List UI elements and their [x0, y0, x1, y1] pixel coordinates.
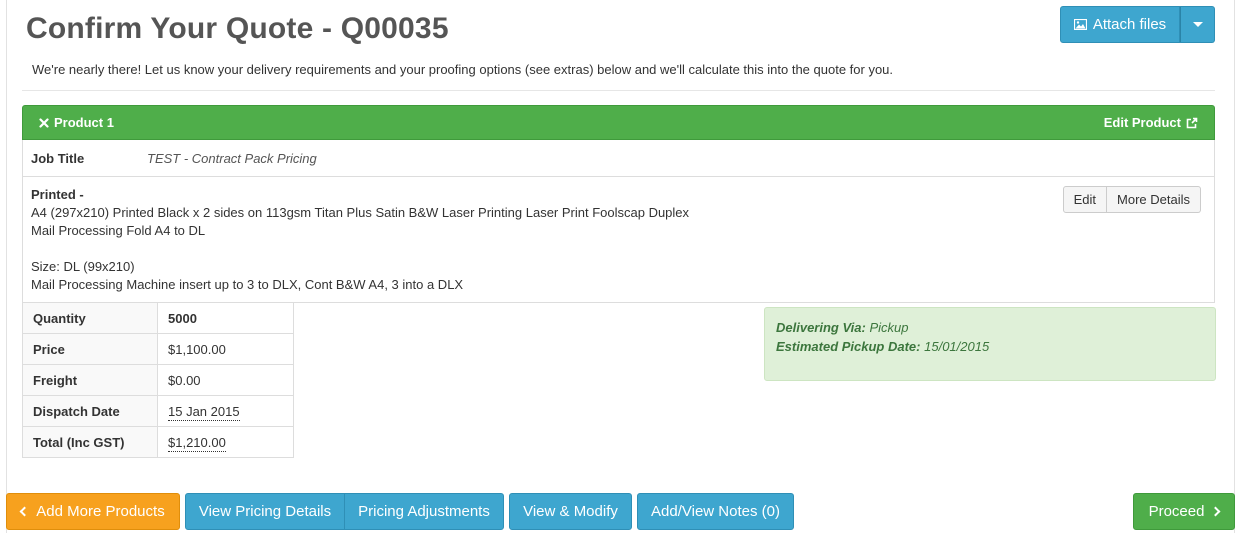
spec-line: A4 (297x210) Printed Black x 2 sides on …	[31, 205, 690, 220]
spec-spacer	[31, 240, 689, 258]
job-title-label: Job Title	[31, 151, 85, 166]
image-icon	[1073, 19, 1087, 30]
attach-files-group: Attach files	[1060, 6, 1215, 43]
product-title[interactable]: Product 1	[39, 115, 114, 130]
add-more-products-button[interactable]: Add More Products	[6, 493, 180, 530]
spec-line: Mail Processing Machine insert up to 3 t…	[31, 277, 464, 292]
table-row: Quantity 5000	[22, 302, 294, 334]
product-title-label: Product 1	[54, 115, 114, 130]
quantity-value: 5000	[157, 302, 294, 334]
delivery-info: Delivering Via: Pickup Estimated Pickup …	[764, 307, 1216, 381]
delivery-via-value: Pickup	[869, 320, 909, 335]
delivery-via: Delivering Via: Pickup	[776, 318, 1204, 337]
pickup-date-label: Estimated Pickup Date:	[776, 339, 921, 354]
pickup-date: Estimated Pickup Date: 15/01/2015	[776, 337, 1204, 356]
view-modify-button[interactable]: View & Modify	[509, 493, 632, 530]
chevron-right-icon	[1210, 506, 1221, 517]
freight-label: Freight	[22, 364, 158, 396]
quantity-label: Quantity	[22, 302, 158, 334]
more-details-button[interactable]: More Details	[1107, 186, 1201, 213]
price-value: $1,100.00	[157, 333, 294, 365]
table-row: Total (Inc GST) $1,210.00	[22, 426, 294, 458]
job-title-value: TEST - Contract Pack Pricing	[147, 151, 317, 166]
attach-files-button[interactable]: Attach files	[1060, 6, 1180, 43]
view-pricing-details-button[interactable]: View Pricing Details	[185, 493, 345, 530]
summary-table: Quantity 5000 Price $1,100.00 Freight $0…	[22, 302, 294, 458]
divider	[22, 90, 1215, 91]
chevron-left-icon	[19, 506, 30, 517]
product-spec: Printed - A4 (297x210) Printed Black x 2…	[31, 186, 689, 294]
product-spec-row: Printed - A4 (297x210) Printed Black x 2…	[23, 177, 1214, 302]
table-row: Freight $0.00	[22, 364, 294, 396]
spec-line: Size: DL (99x210)	[31, 259, 135, 274]
table-row: Price $1,100.00	[22, 333, 294, 365]
spec-line: Mail Processing Fold A4 to DL	[31, 223, 206, 238]
product-info: Job Title TEST - Contract Pack Pricing P…	[22, 140, 1215, 303]
dispatch-date-label: Dispatch Date	[22, 395, 158, 427]
job-title-row: Job Title TEST - Contract Pack Pricing	[23, 140, 1214, 177]
intro-text: We're nearly there! Let us know your del…	[32, 62, 894, 77]
table-row: Dispatch Date 15 Jan 2015	[22, 395, 294, 427]
dispatch-date-value[interactable]: 15 Jan 2015	[168, 403, 240, 421]
edit-product-label: Edit Product	[1103, 115, 1181, 130]
price-label: Price	[22, 333, 158, 365]
spec-button-group: Edit More Details	[1062, 186, 1201, 213]
total-label: Total (Inc GST)	[22, 426, 158, 458]
edit-button[interactable]: Edit	[1062, 186, 1108, 213]
page-title: Confirm Your Quote - Q00035	[26, 12, 449, 45]
spec-heading: Printed -	[31, 187, 84, 202]
dispatch-date-cell: 15 Jan 2015	[157, 395, 294, 427]
attach-files-dropdown[interactable]	[1180, 6, 1215, 43]
attach-files-label: Attach files	[1092, 16, 1167, 33]
edit-product-link[interactable]: Edit Product	[1104, 115, 1198, 130]
total-cell: $1,210.00	[157, 426, 294, 458]
proceed-label: Proceed	[1148, 503, 1205, 520]
pricing-adjustments-button[interactable]: Pricing Adjustments	[344, 493, 504, 530]
pickup-date-value: 15/01/2015	[924, 339, 990, 354]
delivery-via-label: Delivering Via:	[776, 320, 866, 335]
total-value[interactable]: $1,210.00	[168, 434, 226, 452]
chevron-down-icon	[1192, 22, 1203, 27]
add-more-products-label: Add More Products	[36, 503, 165, 520]
product-header: Product 1 Edit Product	[22, 105, 1215, 140]
freight-value: $0.00	[157, 364, 294, 396]
close-icon[interactable]	[39, 117, 49, 128]
external-link-icon	[1186, 117, 1198, 128]
proceed-button[interactable]: Proceed	[1133, 493, 1235, 530]
add-view-notes-button[interactable]: Add/View Notes (0)	[637, 493, 794, 530]
